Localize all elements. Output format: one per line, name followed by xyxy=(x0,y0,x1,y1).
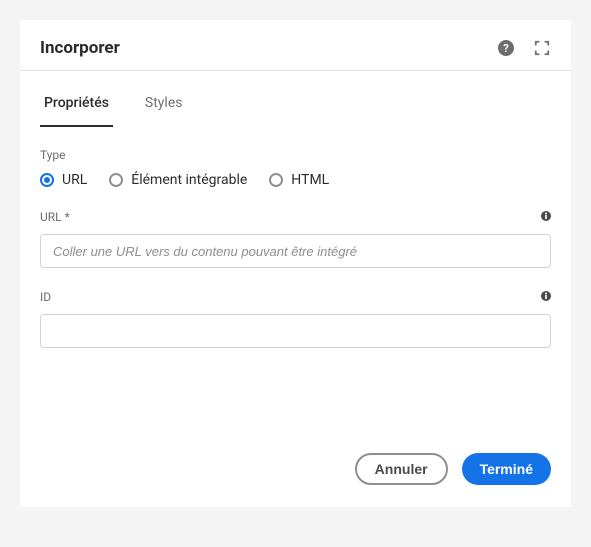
type-field: Type URL Élément intégrable HTML xyxy=(40,148,551,188)
radio-label-url: URL xyxy=(62,172,87,188)
radio-icon xyxy=(40,173,54,187)
radio-option-url[interactable]: URL xyxy=(40,172,87,188)
fullscreen-icon[interactable] xyxy=(533,39,551,57)
url-label: URL * xyxy=(40,210,551,224)
id-input[interactable] xyxy=(40,314,551,348)
radio-option-embeddable[interactable]: Élément intégrable xyxy=(109,172,247,188)
help-icon[interactable]: ? xyxy=(497,39,515,57)
info-icon[interactable] xyxy=(541,286,551,296)
embed-dialog: Incorporer ? Propriétés Styles Type URL xyxy=(20,20,571,507)
radio-label-embeddable: Élément intégrable xyxy=(131,172,247,188)
info-icon[interactable] xyxy=(541,206,551,216)
cancel-button[interactable]: Annuler xyxy=(355,453,448,485)
dialog-header: Incorporer ? xyxy=(20,20,571,71)
radio-option-html[interactable]: HTML xyxy=(269,172,329,188)
done-button[interactable]: Terminé xyxy=(462,453,551,485)
url-field-group: URL * xyxy=(40,210,551,268)
type-label: Type xyxy=(40,148,551,162)
header-actions: ? xyxy=(497,39,551,57)
radio-icon xyxy=(269,173,283,187)
tabs: Propriétés Styles xyxy=(20,77,571,128)
id-label: ID xyxy=(40,290,551,304)
radio-label-html: HTML xyxy=(291,172,329,188)
radio-icon xyxy=(109,173,123,187)
url-input[interactable] xyxy=(40,234,551,268)
svg-text:?: ? xyxy=(503,42,509,55)
dialog-footer: Annuler Terminé xyxy=(20,437,571,507)
tab-properties[interactable]: Propriétés xyxy=(40,77,113,127)
tab-styles[interactable]: Styles xyxy=(141,77,187,127)
id-field-group: ID xyxy=(40,290,551,348)
dialog-title: Incorporer xyxy=(40,38,120,58)
type-radio-group: URL Élément intégrable HTML xyxy=(40,172,551,188)
dialog-content: Type URL Élément intégrable HTML xyxy=(20,128,571,437)
